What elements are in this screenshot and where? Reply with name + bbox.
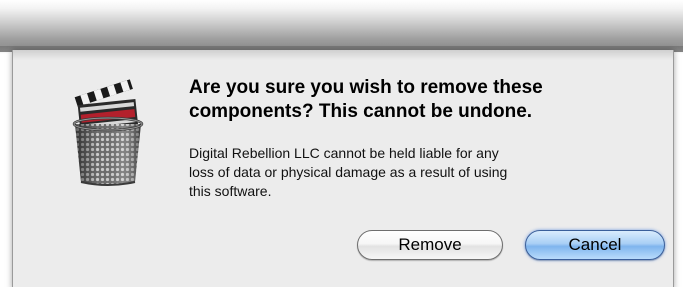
alert-sheet: Are you sure you wish to remove these co…: [12, 50, 674, 287]
trash-can-clapperboard-icon: [65, 72, 151, 188]
sheet-shadow: [13, 50, 673, 60]
window-title-bar: [0, 0, 683, 52]
alert-window: Are you sure you wish to remove these co…: [0, 0, 683, 287]
alert-message-line: loss of data or physical damage as a res…: [189, 164, 508, 180]
alert-message-line: Digital Rebellion LLC cannot be held lia…: [189, 145, 499, 161]
alert-message: Digital Rebellion LLC cannot be held lia…: [189, 144, 649, 201]
alert-title: Are you sure you wish to remove these co…: [189, 76, 659, 124]
alert-title-line: Are you sure you wish to remove these: [189, 77, 543, 98]
alert-message-line: this software.: [189, 183, 272, 199]
cancel-button[interactable]: Cancel: [525, 230, 665, 260]
remove-button[interactable]: Remove: [357, 230, 503, 260]
alert-title-line: components? This cannot be undone.: [189, 101, 533, 122]
